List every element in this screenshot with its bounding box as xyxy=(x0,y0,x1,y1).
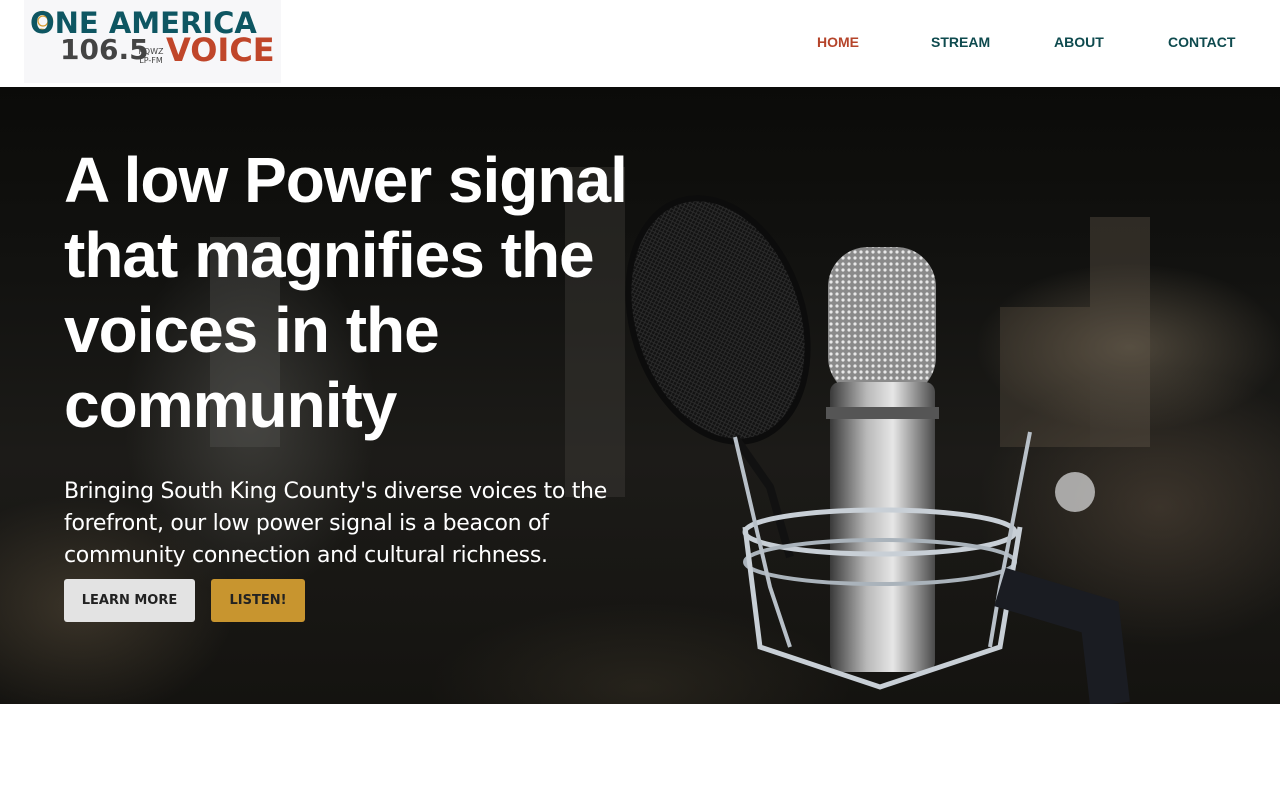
hero-description: Bringing South King County's diverse voi… xyxy=(64,479,607,568)
nav-item-home[interactable]: HOME xyxy=(817,33,859,51)
logo-call-sign-top: KQWZ xyxy=(138,47,164,56)
hero-title: A low Power signal that magnifies the vo… xyxy=(64,144,628,441)
hero-section: A low Power signal that magnifies the vo… xyxy=(0,87,1280,704)
nav-item-stream[interactable]: STREAM xyxy=(931,33,990,51)
logo-call-sign: KQWZ LP-FM xyxy=(137,47,165,65)
nav-item-about[interactable]: ABOUT xyxy=(1054,33,1104,51)
logo-frequency: 106.5 xyxy=(60,33,149,66)
learn-more-button[interactable]: LEARN MORE xyxy=(64,579,195,622)
listen-button[interactable]: LISTEN! xyxy=(211,579,305,622)
site-header: ONE AMERICA 106.5 KQWZ LP-FM VOICE HOME … xyxy=(0,0,1280,87)
nav-item-contact[interactable]: CONTACT xyxy=(1168,33,1235,51)
station-logo[interactable]: ONE AMERICA 106.5 KQWZ LP-FM VOICE xyxy=(24,0,281,83)
logo-voice: VOICE xyxy=(166,31,275,69)
logo-call-sign-bottom: LP-FM xyxy=(139,56,163,65)
